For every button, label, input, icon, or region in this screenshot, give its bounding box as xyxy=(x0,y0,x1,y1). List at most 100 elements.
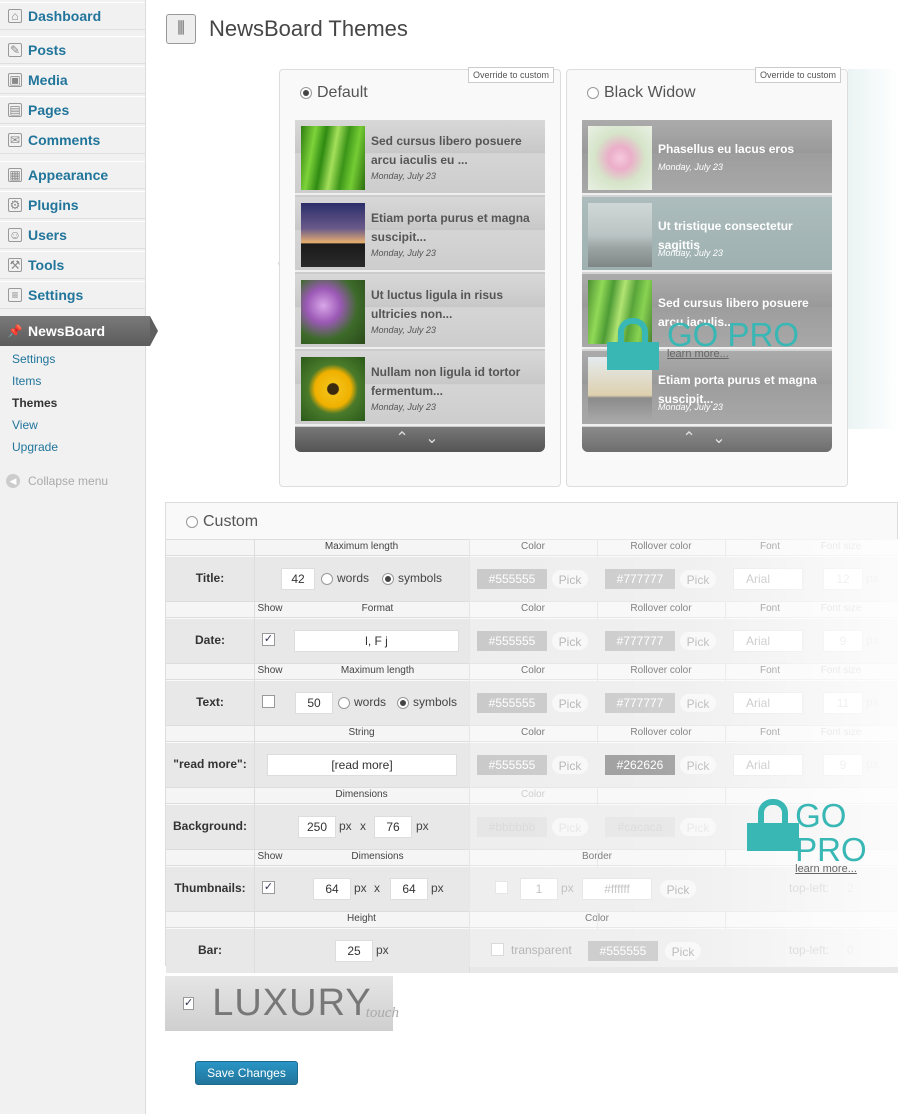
save-changes-button[interactable]: Save Changes xyxy=(195,1061,298,1085)
sidebar-item-appearance[interactable]: ▦ Appearance xyxy=(0,161,145,189)
rollover-pick-button[interactable]: Pick xyxy=(679,631,717,651)
bar-height-input[interactable]: 25 xyxy=(335,940,373,962)
sidebar-item-media[interactable]: ▣ Media xyxy=(0,66,145,94)
color-pick-button[interactable]: Pick xyxy=(551,755,589,775)
luxury-checkbox[interactable]: ✓ xyxy=(183,997,195,1010)
bar-color-swatch[interactable]: #555555 xyxy=(588,941,658,961)
color-swatch[interactable]: #555555 xyxy=(477,755,547,775)
submenu-item-items[interactable]: Items xyxy=(12,374,41,388)
color-swatch[interactable]: #555555 xyxy=(477,693,547,713)
text-symbols-radio[interactable] xyxy=(397,697,409,709)
font-size-input[interactable]: 9 xyxy=(823,754,863,776)
luxury-touch-banner[interactable]: ✓ LUXURY touch xyxy=(165,976,399,1031)
border-checkbox[interactable] xyxy=(495,881,508,894)
font-size-input[interactable]: 11 xyxy=(823,692,863,714)
text-words-radio[interactable] xyxy=(338,697,350,709)
go-pro-text: GO PRO learn more... xyxy=(795,799,897,876)
font-select[interactable]: Arial xyxy=(733,754,803,776)
color-pick-button[interactable]: Pick xyxy=(551,569,589,589)
news-item[interactable]: Nullam non ligula id tortor fermentum...… xyxy=(295,351,545,426)
override-to-custom-button[interactable]: Override to custom xyxy=(467,67,554,83)
title-words-radio[interactable] xyxy=(321,573,333,585)
news-item[interactable]: Ut luctus ligula in risus ultricies non.… xyxy=(295,274,545,349)
sidebar-item-comments[interactable]: ✉ Comments xyxy=(0,126,145,154)
theme-preview-board: Sed cursus libero posuere arcu iaculis e… xyxy=(295,120,545,452)
border-pick-button[interactable]: Pick xyxy=(659,879,697,899)
submenu-item-settings[interactable]: Settings xyxy=(12,352,55,366)
sidebar-item-settings[interactable]: ≡ Settings xyxy=(0,281,145,309)
news-item[interactable]: Sed cursus libero posuere arcu iaculis e… xyxy=(295,120,545,195)
custom-radio[interactable]: Custom xyxy=(186,513,258,531)
bg-color-swatch[interactable]: #bbbbbb xyxy=(477,817,547,837)
sidebar-item-dashboard[interactable]: ⌂ Dashboard xyxy=(0,2,145,30)
border-width-input[interactable]: 1 xyxy=(520,878,558,900)
news-item[interactable]: Etiam porta purus et magna suscipit... Mo… xyxy=(295,197,545,272)
text-show-checkbox[interactable] xyxy=(262,695,275,708)
rollover-swatch[interactable]: #777777 xyxy=(605,631,675,651)
title-symbols-radio[interactable] xyxy=(382,573,394,585)
bg-rollover-pick-button[interactable]: Pick xyxy=(679,817,717,837)
text-symbols-label: symbols xyxy=(413,695,458,709)
bg-pick-button[interactable]: Pick xyxy=(551,817,589,837)
learn-more-link[interactable]: learn more... xyxy=(795,863,897,875)
rollover-swatch[interactable]: #777777 xyxy=(605,693,675,713)
override-to-custom-button[interactable]: Override to custom xyxy=(754,67,841,83)
theme-radio-button[interactable] xyxy=(587,87,599,99)
theme-name[interactable]: Default xyxy=(300,84,368,102)
font-select[interactable]: Arial xyxy=(733,692,803,714)
border-color-input[interactable]: #ffffff xyxy=(582,878,652,900)
bar-pick-button[interactable]: Pick xyxy=(664,941,702,961)
color-swatch[interactable]: #555555 xyxy=(477,631,547,651)
color-swatch[interactable]: #555555 xyxy=(477,569,547,589)
rollover-swatch[interactable]: #777777 xyxy=(605,569,675,589)
bg-rollover-swatch[interactable]: #cacaca xyxy=(605,817,675,837)
submenu-item-view[interactable]: View xyxy=(12,418,38,432)
column-header: Color xyxy=(521,727,545,738)
collapse-menu[interactable]: ◀ Collapse menu xyxy=(6,474,108,488)
font-select[interactable]: Arial xyxy=(733,630,803,652)
grid-header-row: Show Format Color Rollover color Font Font si… xyxy=(166,601,898,619)
color-pick-button[interactable]: Pick xyxy=(551,631,589,651)
submenu-item-upgrade[interactable]: Upgrade xyxy=(12,440,58,454)
submenu-item-themes[interactable]: Themes xyxy=(12,396,57,410)
theme-radio-button[interactable] xyxy=(300,87,312,99)
thumb-height-input[interactable]: 64 xyxy=(390,878,428,900)
date-format-input[interactable]: l, F j xyxy=(294,630,459,652)
theme-name[interactable]: Black Widow xyxy=(587,84,696,102)
sidebar-item-pages[interactable]: ▤ Pages xyxy=(0,96,145,124)
sidebar-item-posts[interactable]: ✎ Posts xyxy=(0,36,145,64)
sidebar-item-tools[interactable]: ⚒ Tools xyxy=(0,251,145,279)
rollover-pick-button[interactable]: Pick xyxy=(679,755,717,775)
transparent-checkbox[interactable] xyxy=(491,943,504,956)
col-divider xyxy=(254,850,255,867)
font-select[interactable]: Arial xyxy=(733,568,803,590)
title-length-input[interactable]: 42 xyxy=(281,568,315,590)
background-height-input[interactable]: 76 xyxy=(374,816,412,838)
news-date: Monday, July 23 xyxy=(371,325,436,335)
read-more-input[interactable]: [read more] xyxy=(267,754,457,776)
go-pro-badge[interactable]: GO PRO learn more... xyxy=(607,318,799,370)
thumbnails-show-checkbox[interactable]: ✓ xyxy=(262,881,275,894)
sidebar-item-newsboard[interactable]: 📌 NewsBoard xyxy=(0,316,158,346)
column-header: Font xyxy=(759,727,780,738)
rollover-swatch[interactable]: #262626 xyxy=(605,755,675,775)
dashboard-icon: ⌂ xyxy=(8,9,22,23)
rollover-pick-button[interactable]: Pick xyxy=(679,569,717,589)
date-show-checkbox[interactable]: ✓ xyxy=(262,633,275,646)
text-length-input[interactable]: 50 xyxy=(295,692,333,714)
font-size-input[interactable]: 9 xyxy=(823,630,863,652)
background-width-input[interactable]: 250 xyxy=(298,816,336,838)
sidebar-item-plugins[interactable]: ⚙ Plugins xyxy=(0,191,145,219)
sidebar-item-label: Posts xyxy=(28,42,67,58)
font-size-input[interactable]: 12 xyxy=(823,568,863,590)
sidebar-item-users[interactable]: ☺ Users xyxy=(0,221,145,249)
column-header: Format xyxy=(361,603,394,614)
custom-radio-button[interactable] xyxy=(186,516,198,528)
board-nav-bar[interactable]: ⌃ ⌄ xyxy=(295,427,545,452)
thumb-width-input[interactable]: 64 xyxy=(313,878,351,900)
row-label: Text: xyxy=(196,695,224,709)
go-pro-badge[interactable]: GO PRO learn more... xyxy=(747,799,897,875)
rollover-pick-button[interactable]: Pick xyxy=(679,693,717,713)
color-pick-button[interactable]: Pick xyxy=(551,693,589,713)
row-label: Thumbnails: xyxy=(174,881,246,895)
